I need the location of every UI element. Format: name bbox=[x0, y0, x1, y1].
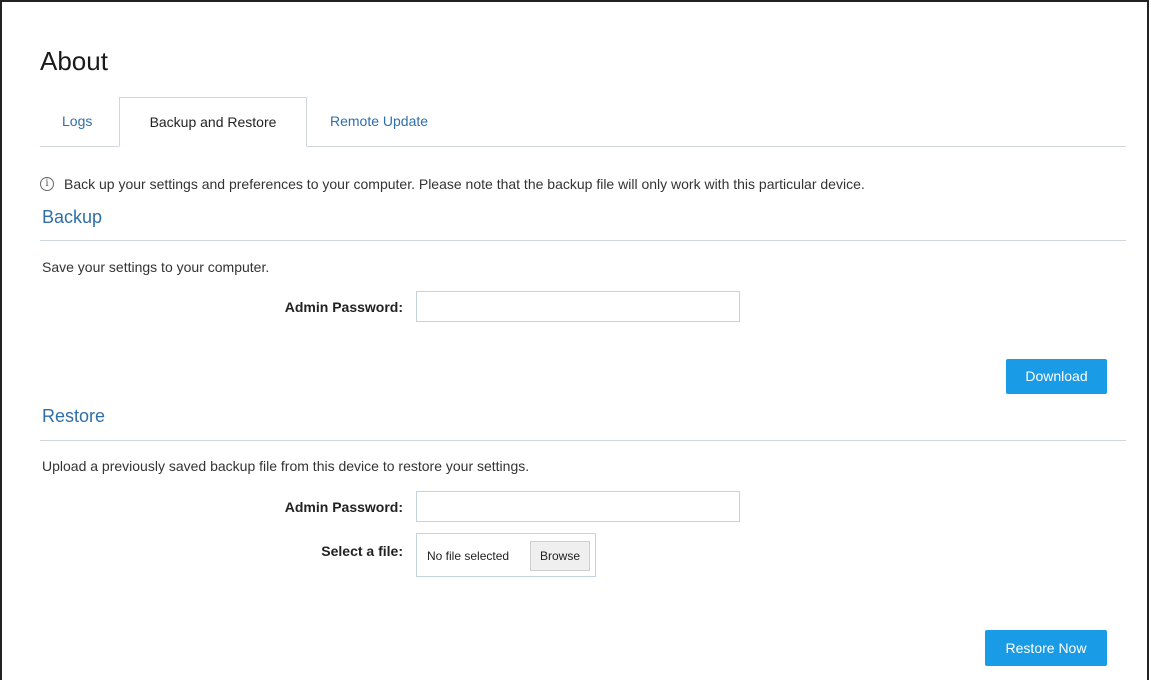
info-message: i Back up your settings and preferences … bbox=[40, 176, 865, 192]
info-icon: i bbox=[40, 177, 54, 191]
restore-password-label: Admin Password: bbox=[284, 499, 403, 515]
restore-divider bbox=[40, 440, 1126, 441]
backup-description: Save your settings to your computer. bbox=[42, 259, 270, 275]
page-title: About bbox=[40, 46, 108, 76]
file-status-text: No file selected bbox=[427, 549, 510, 563]
select-file-label: Select a file: bbox=[321, 543, 403, 559]
backup-password-input[interactable] bbox=[416, 291, 740, 322]
restore-now-button[interactable]: Restore Now bbox=[985, 630, 1107, 666]
backup-section-title: Backup bbox=[42, 207, 103, 227]
tab-bar: Logs Backup and Restore Remote Update bbox=[40, 97, 1126, 147]
backup-divider bbox=[40, 240, 1126, 241]
download-button[interactable]: Download bbox=[1006, 359, 1107, 394]
browse-button[interactable]: Browse bbox=[530, 541, 590, 571]
tab-remote-update[interactable]: Remote Update bbox=[330, 97, 428, 146]
info-text: Back up your settings and preferences to… bbox=[64, 176, 865, 192]
restore-section-title: Restore bbox=[42, 406, 106, 426]
tab-backup-and-restore[interactable]: Backup and Restore bbox=[119, 97, 307, 147]
restore-description: Upload a previously saved backup file fr… bbox=[42, 458, 530, 474]
file-picker[interactable]: No file selected Browse bbox=[416, 533, 596, 577]
restore-password-input[interactable] bbox=[416, 491, 740, 522]
tab-logs[interactable]: Logs bbox=[62, 97, 92, 146]
backup-password-label: Admin Password: bbox=[284, 299, 403, 315]
